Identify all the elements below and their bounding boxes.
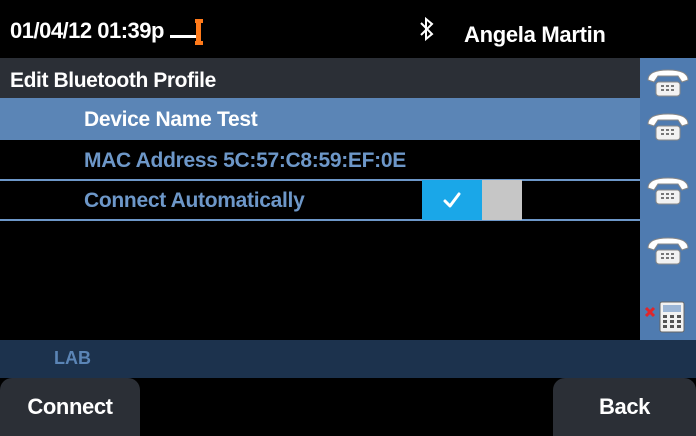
line-key-1[interactable] bbox=[642, 60, 694, 104]
list-divider bbox=[0, 179, 640, 181]
line-label-bar bbox=[0, 340, 696, 378]
user-name: Angela Martin bbox=[464, 22, 606, 47]
unregistered-line-icon bbox=[644, 301, 685, 333]
line-key-3[interactable] bbox=[642, 168, 694, 212]
bluetooth-icon bbox=[418, 16, 436, 42]
phone-handset-icon bbox=[647, 177, 689, 205]
toggle-on-segment bbox=[422, 180, 482, 220]
toggle-off-segment bbox=[482, 180, 522, 220]
phone-handset-icon bbox=[647, 113, 689, 141]
connect-automatically-label: Connect Automatically bbox=[84, 189, 305, 212]
list-divider bbox=[0, 219, 640, 221]
phone-handset-icon bbox=[647, 69, 689, 97]
back-button[interactable]: Back bbox=[553, 378, 696, 436]
line-label: LAB bbox=[54, 348, 91, 368]
phone-handset-icon bbox=[647, 237, 689, 265]
handset-onhook-icon bbox=[170, 18, 210, 46]
mac-address-label: MAC Address 5C:57:C8:59:EF:0E bbox=[84, 149, 406, 172]
line-key-2[interactable] bbox=[642, 104, 694, 148]
checkmark-icon bbox=[443, 192, 461, 208]
connect-button[interactable]: Connect bbox=[0, 378, 140, 436]
page-title: Edit Bluetooth Profile bbox=[10, 69, 216, 92]
line-key-5[interactable] bbox=[642, 294, 694, 338]
date-time: 01/04/12 01:39p bbox=[10, 18, 164, 43]
connect-automatically-toggle[interactable] bbox=[422, 180, 522, 220]
device-name-label: Device Name Test bbox=[84, 108, 258, 131]
line-key-4[interactable] bbox=[642, 228, 694, 272]
